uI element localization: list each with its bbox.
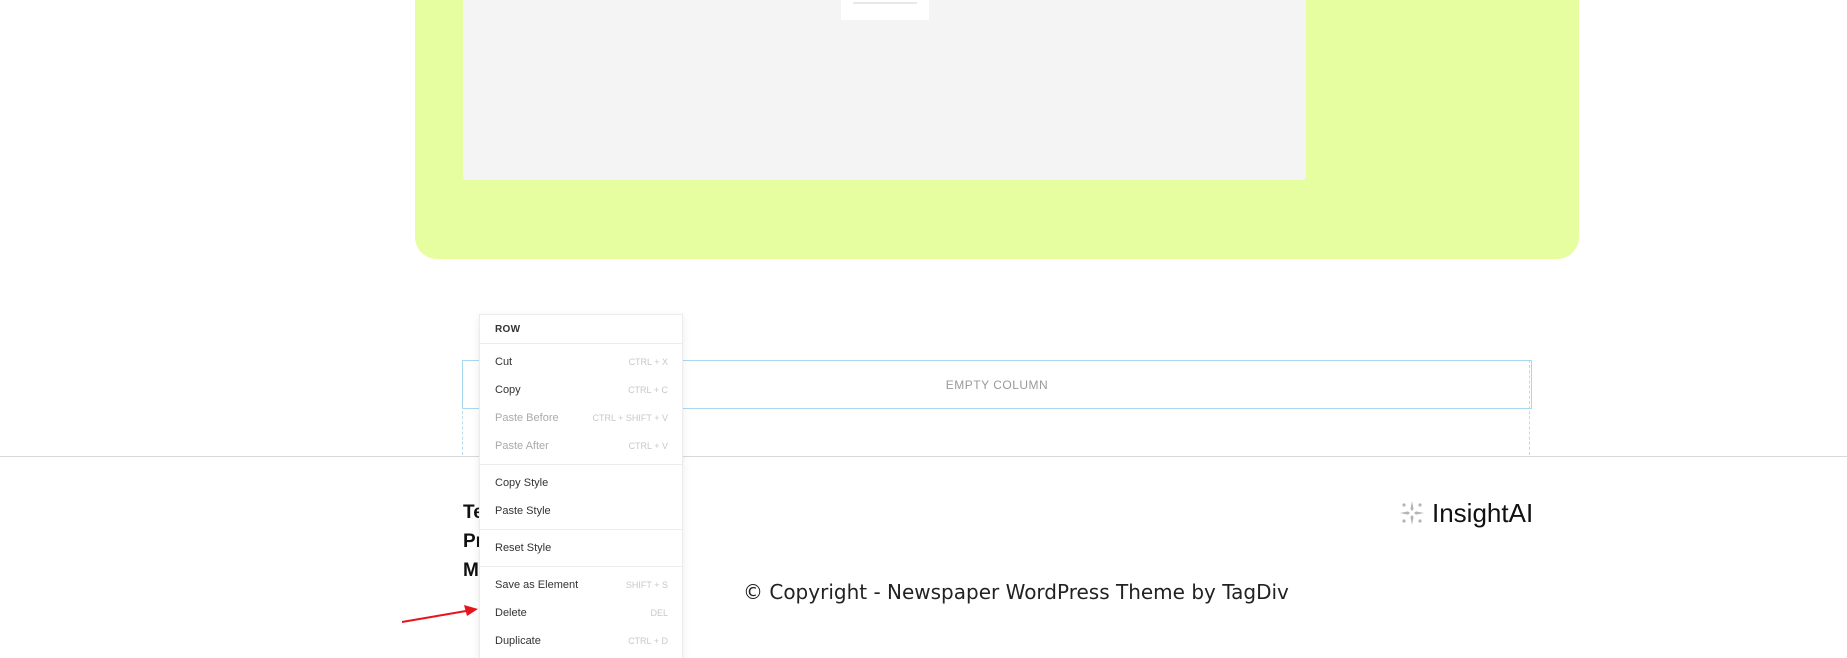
menu-group-clipboard: Cut CTRL + X Copy CTRL + C Paste Before … bbox=[480, 344, 682, 465]
menu-item-label: Paste Style bbox=[495, 505, 551, 517]
content-placeholder-box bbox=[463, 0, 1306, 180]
menu-item-shortcut: SHIFT + S bbox=[625, 580, 668, 590]
menu-item-label: Paste After bbox=[495, 440, 549, 452]
menu-item-label: Duplicate bbox=[495, 635, 541, 647]
menu-item-paste-before[interactable]: Paste Before CTRL + SHIFT + V bbox=[480, 404, 682, 432]
menu-item-shortcut: CTRL + SHIFT + V bbox=[592, 413, 668, 423]
menu-group-style: Copy Style Paste Style bbox=[480, 465, 682, 530]
menu-item-paste-style[interactable]: Paste Style bbox=[480, 497, 682, 525]
menu-item-shortcut: DEL bbox=[650, 608, 668, 618]
menu-item-shortcut: CTRL + C bbox=[628, 385, 668, 395]
placeholder-tab-line bbox=[853, 2, 917, 4]
row-context-menu: ROW Cut CTRL + X Copy CTRL + C Paste Bef… bbox=[479, 314, 683, 658]
menu-item-label: Delete bbox=[495, 607, 527, 619]
menu-item-copy[interactable]: Copy CTRL + C bbox=[480, 376, 682, 404]
context-menu-header: ROW bbox=[480, 315, 682, 344]
menu-item-label: Paste Before bbox=[495, 412, 559, 424]
menu-item-cut[interactable]: Cut CTRL + X bbox=[480, 348, 682, 376]
menu-item-delete[interactable]: Delete DEL bbox=[480, 599, 682, 627]
red-arrow-icon bbox=[400, 602, 480, 631]
menu-item-label: Copy bbox=[495, 384, 521, 396]
menu-item-shortcut: CTRL + D bbox=[628, 636, 668, 646]
sparkle-cluster-icon bbox=[1398, 499, 1426, 527]
menu-item-label: Reset Style bbox=[495, 542, 552, 554]
brand-name: InsightAI bbox=[1432, 497, 1534, 528]
menu-item-duplicate[interactable]: Duplicate CTRL + D bbox=[480, 627, 682, 655]
menu-group-reset: Reset Style bbox=[480, 530, 682, 567]
menu-item-shortcut: CTRL + X bbox=[628, 357, 668, 367]
menu-item-label: Save as Element bbox=[495, 579, 579, 591]
menu-group-element: Save as Element SHIFT + S Delete DEL Dup… bbox=[480, 567, 682, 658]
brand-logo[interactable]: InsightAI bbox=[1398, 496, 1533, 530]
placeholder-tab bbox=[841, 0, 929, 20]
menu-item-paste-after[interactable]: Paste After CTRL + V bbox=[480, 432, 682, 460]
footer-divider bbox=[0, 456, 1847, 457]
menu-item-reset-style[interactable]: Reset Style bbox=[480, 534, 682, 562]
menu-item-save-as-element[interactable]: Save as Element SHIFT + S bbox=[480, 571, 682, 599]
menu-item-copy-style[interactable]: Copy Style bbox=[480, 469, 682, 497]
menu-item-shortcut: CTRL + V bbox=[628, 441, 668, 451]
menu-item-label: Copy Style bbox=[495, 477, 549, 489]
copyright-text: © Copyright - Newspaper WordPress Theme … bbox=[743, 580, 1289, 604]
menu-item-label: Cut bbox=[495, 356, 513, 368]
